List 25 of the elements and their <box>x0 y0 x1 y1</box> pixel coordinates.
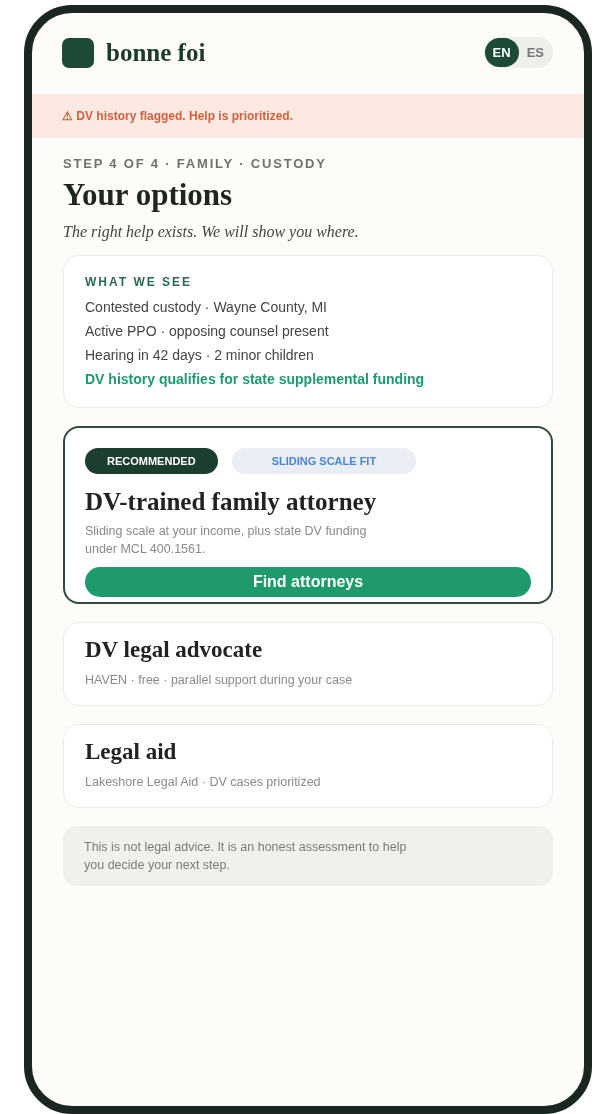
option-description: Sliding scale at your income, plus state DV funding under MCL 400.1561. <box>85 523 368 558</box>
alert-banner: ⚠ DV history flagged. Help is prioritized. <box>32 94 584 138</box>
tag: SLIDING SCALE FIT <box>231 448 417 474</box>
option-title: DV-trained family attorney <box>85 488 378 516</box>
summary-line: DV history qualifies for state supplemental funding <box>85 370 426 389</box>
option-title: DV legal advocate <box>85 637 264 663</box>
card-heading: WHAT WE SEE <box>85 275 194 289</box>
find-attorneys-button[interactable]: Find attorneys <box>85 567 531 597</box>
option-description: HAVEN · free · parallel support during your case <box>85 672 354 689</box>
page-subtitle: The right help exists. We will show you where. <box>63 223 360 241</box>
option-description: Lakeshore Legal Aid · DV cases prioritized <box>85 774 322 791</box>
brand-name: bonne foi <box>106 38 206 67</box>
summary-line: Hearing in 42 days · 2 minor children <box>85 346 315 365</box>
language-option[interactable]: EN <box>484 38 519 67</box>
disclaimer-text: This is not legal advice. It is an honest assessment to help you decide your next step. <box>84 839 408 874</box>
summary-line: Contested custody · Wayne County, MI <box>85 298 328 317</box>
option-title: Legal aid <box>85 739 178 765</box>
option-card[interactable]: Legal aid Lakeshore Legal Aid · DV cases prioritized <box>63 724 553 808</box>
language-option[interactable]: ES <box>518 38 552 67</box>
page-title: Your options <box>63 177 234 213</box>
option-card[interactable]: DV legal advocate HAVEN · free · parallel support during your case <box>63 622 553 706</box>
step-label: STEP 4 OF 4 · FAMILY · CUSTODY <box>63 156 328 171</box>
logo-icon <box>62 37 94 68</box>
summary-line: Active PPO · opposing counsel present <box>85 322 330 341</box>
tag: RECOMMENDED <box>85 448 218 474</box>
